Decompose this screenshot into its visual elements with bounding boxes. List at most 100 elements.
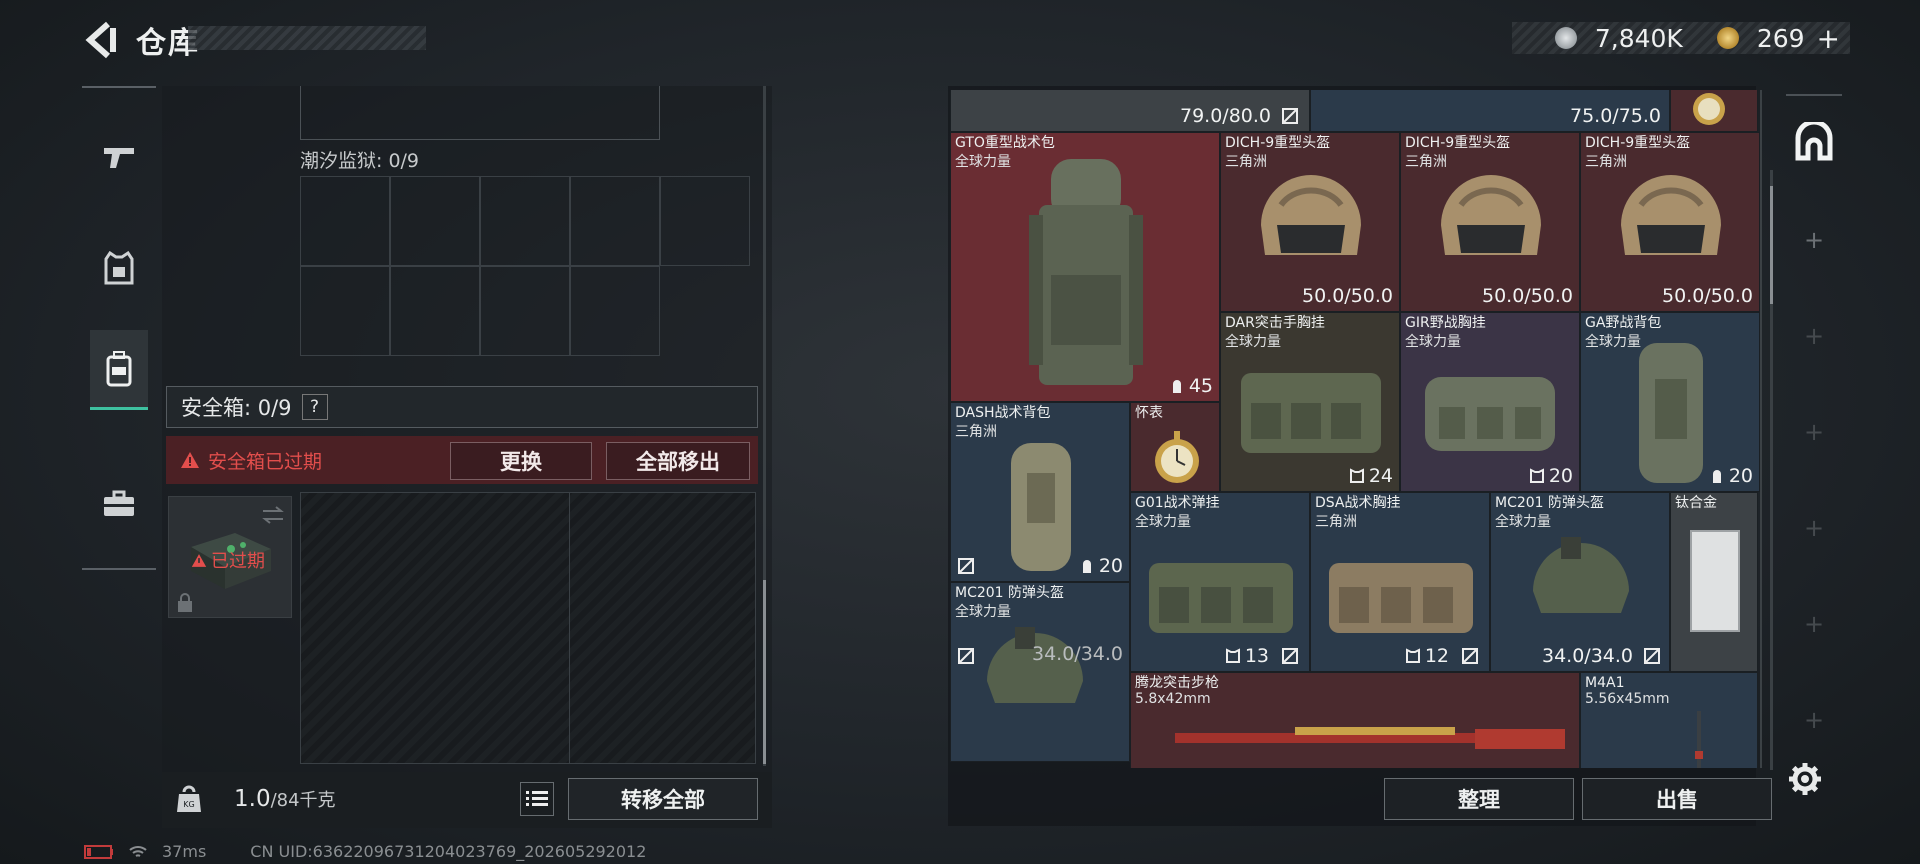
no-insure-icon xyxy=(958,558,974,574)
item-name: DASH战术背包 xyxy=(955,405,1051,421)
item-name: M4A1 xyxy=(1585,675,1625,691)
nav-armor[interactable] xyxy=(90,228,148,308)
safebox-label: 安全箱: 0/9 xyxy=(181,396,292,420)
category-nav xyxy=(82,86,156,570)
item-name: DICH-9重型头盔 xyxy=(1405,135,1511,151)
add-icon: + xyxy=(1803,226,1825,254)
backpack-image xyxy=(1011,443,1071,571)
inventory-item[interactable]: M4A1 5.56x45mm xyxy=(1580,672,1758,768)
inventory-item[interactable]: MC201 防弹头盔 全球力量 34.0/34.0 xyxy=(950,582,1130,762)
inventory-item[interactable]: GTO重型战术包 全球力量 45 xyxy=(950,132,1220,402)
currency-bar: 7,840K 269 + xyxy=(1512,22,1850,55)
item-origin: 三角洲 xyxy=(1315,514,1357,530)
item-origin: 全球力量 xyxy=(1405,334,1461,350)
move-all-out-button[interactable]: 全部移出 xyxy=(606,442,750,480)
vest-icon xyxy=(1529,468,1544,483)
item-name: 钛合金 xyxy=(1675,495,1717,511)
no-insure-icon xyxy=(958,648,974,664)
add-currency-button[interactable]: + xyxy=(1817,22,1840,55)
storage-tab-vault[interactable] xyxy=(1790,118,1838,166)
storage-tab-add[interactable]: + xyxy=(1790,216,1838,264)
gear-icon xyxy=(1789,763,1821,795)
inventory-item[interactable]: DASH战术背包 三角洲 20 xyxy=(950,402,1130,582)
gun-icon xyxy=(104,148,134,168)
sort-button[interactable]: 整理 xyxy=(1384,778,1574,820)
list-view-button[interactable] xyxy=(520,782,554,816)
inventory-item[interactable]: 怀表 xyxy=(1130,402,1220,492)
inventory-item[interactable]: 腾龙突击步枪 5.8x42mm xyxy=(1130,672,1580,768)
add-icon: + xyxy=(1803,322,1825,350)
inventory-item[interactable]: 钛合金 xyxy=(1670,492,1758,672)
inventory-item[interactable]: DAR突击手胸挂 全球力量 24 xyxy=(1220,312,1400,492)
inventory-item[interactable]: MC201 防弹头盔 全球力量 34.0/34.0 xyxy=(1490,492,1670,672)
nav-weapons[interactable] xyxy=(90,118,148,198)
battery-icon xyxy=(84,844,113,859)
helmet-image xyxy=(1533,537,1629,613)
nav-backpack[interactable] xyxy=(90,330,148,410)
help-button[interactable]: ? xyxy=(301,394,328,420)
currency-gold-value: 269 xyxy=(1756,23,1805,53)
item-name: MC201 防弹头盔 xyxy=(955,585,1065,601)
safebox-item[interactable]: 已过期 xyxy=(168,496,292,618)
storage-tab-add[interactable]: + xyxy=(1790,696,1838,744)
warning-icon xyxy=(191,553,207,567)
inventory-item[interactable]: 75.0/75.0 xyxy=(1310,90,1670,132)
uid-text: CN UID:63622096731204023769_202605292012 xyxy=(250,842,647,861)
storage-tab-add[interactable]: + xyxy=(1790,408,1838,456)
vest-icon xyxy=(1405,648,1420,663)
safebox-expired-tag: 已过期 xyxy=(211,551,265,572)
bag-icon xyxy=(1172,380,1181,393)
item-durability: 34.0/34.0 xyxy=(1031,643,1123,665)
tide-prison-label: 潮汐监狱: 0/9 xyxy=(300,150,420,172)
no-insure-icon xyxy=(1644,648,1660,664)
chest-rig-image xyxy=(1425,377,1555,451)
item-name: 腾龙突击步枪 xyxy=(1135,675,1219,691)
inventory-item[interactable]: GIR野战胸挂 全球力量 20 xyxy=(1400,312,1580,492)
inventory-item[interactable]: DICH-9重型头盔 三角洲 50.0/50.0 xyxy=(1580,132,1760,312)
bag-icon xyxy=(1712,470,1721,483)
item-durability: 75.0/75.0 xyxy=(1569,105,1661,127)
item-capacity: 20 xyxy=(1709,465,1753,487)
storage-tab-add[interactable]: + xyxy=(1790,600,1838,648)
item-name: G01战术弹挂 xyxy=(1135,495,1220,511)
item-name: DAR突击手胸挂 xyxy=(1225,315,1325,331)
item-origin: 全球力量 xyxy=(955,154,1011,170)
inventory-item[interactable]: DICH-9重型头盔 三角洲 50.0/50.0 xyxy=(1400,132,1580,312)
settings-button[interactable] xyxy=(1788,762,1828,802)
no-insure-icon xyxy=(1282,108,1298,124)
storage-tab-add[interactable]: + xyxy=(1790,504,1838,552)
item-name: GIR野战胸挂 xyxy=(1405,315,1486,331)
sell-button[interactable]: 出售 xyxy=(1582,778,1772,820)
upper-container-grid xyxy=(300,86,660,140)
item-durability: 34.0/34.0 xyxy=(1541,645,1633,667)
inventory-item[interactable]: GA野战背包 全球力量 20 xyxy=(1580,312,1760,492)
replace-button[interactable]: 更换 xyxy=(450,442,592,480)
inventory-item[interactable]: G01战术弹挂 全球力量 13 xyxy=(1130,492,1310,672)
coin-silver-icon xyxy=(1554,27,1577,49)
vest-icon xyxy=(1225,648,1240,663)
safebox-grid[interactable] xyxy=(300,492,756,764)
tide-prison-grid[interactable] xyxy=(300,176,750,358)
inventory-item[interactable]: 79.0/80.0 xyxy=(950,90,1310,132)
back-arrow-icon[interactable] xyxy=(80,18,120,62)
nav-briefcase[interactable] xyxy=(90,464,148,544)
inventory-grid: 79.0/80.0 75.0/75.0 GTO重型战术包 全球力量 45 DIC… xyxy=(950,90,1762,768)
inventory-item[interactable] xyxy=(1670,90,1758,132)
wifi-icon xyxy=(129,845,147,857)
storage-tab-add[interactable]: + xyxy=(1790,312,1838,360)
item-origin: 5.8x42mm xyxy=(1135,691,1211,707)
item-name: MC201 防弹头盔 xyxy=(1495,495,1605,511)
inventory-item[interactable]: DSA战术胸挂 三角洲 12 xyxy=(1310,492,1490,672)
left-scrollbar-thumb[interactable] xyxy=(763,580,766,764)
compass-image xyxy=(1693,93,1725,125)
add-icon: + xyxy=(1803,706,1825,734)
chest-rig-image xyxy=(1241,373,1381,453)
transfer-all-button[interactable]: 转移全部 xyxy=(568,778,758,820)
add-icon: + xyxy=(1803,418,1825,446)
helmet-image xyxy=(987,627,1083,703)
item-name: GA野战背包 xyxy=(1585,315,1662,331)
item-name: DICH-9重型头盔 xyxy=(1585,135,1691,151)
backpack-image xyxy=(1639,343,1703,483)
inventory-item[interactable]: DICH-9重型头盔 三角洲 50.0/50.0 xyxy=(1220,132,1400,312)
inventory-scrollbar-thumb[interactable] xyxy=(1770,186,1773,304)
